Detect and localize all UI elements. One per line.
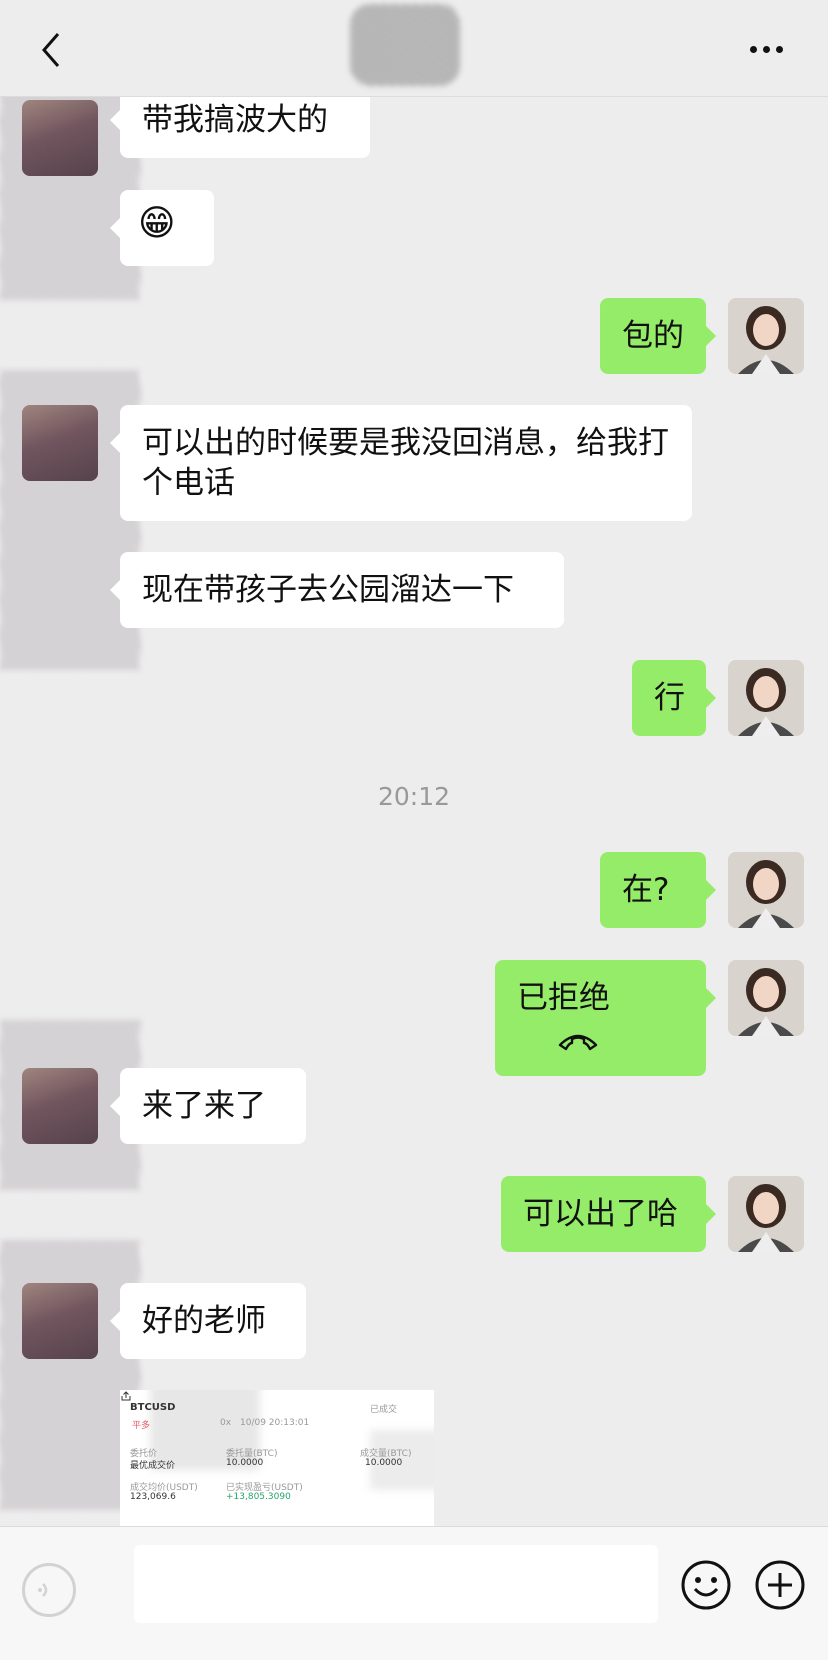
contact-avatar[interactable] <box>22 1068 98 1144</box>
dot <box>776 46 783 53</box>
contact-avatar[interactable] <box>22 405 98 481</box>
trade-side: 平多 <box>132 1421 151 1431</box>
trade-screenshot-image[interactable]: BTCUSD 已成交 平多 0x 10/09 20:13:01 委托价 最优成交… <box>120 1390 434 1526</box>
contact-avatar[interactable] <box>22 100 98 176</box>
emoji-icon <box>681 1560 731 1610</box>
avatar-photo <box>728 660 804 736</box>
message-bubble-sent[interactable]: 包的 <box>600 298 716 374</box>
call-status-text: 已拒绝 <box>517 980 610 1016</box>
message-bubble-sent[interactable]: 行 <box>632 660 716 736</box>
filled-qty: 10.0000 <box>365 1458 403 1468</box>
trade-time: 10/09 20:13:01 <box>240 1418 310 1428</box>
emoji-button[interactable] <box>680 1559 732 1615</box>
realized-pnl: +13,805.3090 <box>226 1492 291 1502</box>
message-bubble-received[interactable]: 来了来了 <box>110 1068 306 1144</box>
my-avatar[interactable] <box>728 852 804 928</box>
chevron-left-icon <box>42 33 60 67</box>
more-options-button[interactable] <box>750 38 794 58</box>
order-qty: 10.0000 <box>226 1458 264 1468</box>
avatar-photo <box>728 1176 804 1252</box>
plus-button[interactable] <box>754 1559 806 1615</box>
message-timestamp: 20:12 <box>377 782 451 811</box>
contact-avatar[interactable] <box>22 1283 98 1359</box>
avg-price: 123,069.6 <box>130 1492 176 1502</box>
message-bubble-sent[interactable]: 可以出了哈 <box>501 1176 716 1252</box>
avatar-photo <box>728 852 804 928</box>
avatar-photo <box>728 960 804 1036</box>
emoji-message-bubble[interactable]: 😁 <box>110 190 214 266</box>
message-bubble-sent[interactable]: 在? <box>600 852 716 928</box>
declined-call-icon <box>558 1034 598 1050</box>
declined-call-bubble[interactable]: 已拒绝 <box>495 960 716 1076</box>
back-button[interactable] <box>32 30 72 70</box>
share-icon[interactable] <box>120 1390 132 1402</box>
trade-symbol: BTCUSD <box>130 1402 176 1413</box>
voice-icon <box>38 1583 48 1597</box>
message-bubble-received[interactable]: 现在带孩子去公园溜达一下 <box>110 552 564 628</box>
more-horizontal-icon <box>750 46 757 53</box>
redaction-scribble <box>0 1240 140 1510</box>
my-avatar[interactable] <box>728 960 804 1036</box>
message-input[interactable] <box>134 1545 658 1623</box>
my-avatar[interactable] <box>728 298 804 374</box>
trade-status: 已成交 <box>370 1405 398 1415</box>
plus-icon <box>755 1560 805 1610</box>
avatar-photo <box>728 298 804 374</box>
order-price: 最优成交价 <box>130 1461 176 1471</box>
input-bar <box>0 1526 828 1660</box>
my-avatar[interactable] <box>728 660 804 736</box>
message-bubble-received[interactable]: 好的老师 <box>110 1283 306 1359</box>
top-bar <box>0 0 828 97</box>
dot <box>763 46 770 53</box>
chat-title-redacted <box>350 4 460 86</box>
message-bubble-received[interactable]: 可以出的时候要是我没回消息，给我打个电话 <box>110 405 692 521</box>
voice-button[interactable] <box>22 1563 76 1617</box>
my-avatar[interactable] <box>728 1176 804 1252</box>
trade-leverage: 0x <box>220 1418 232 1428</box>
